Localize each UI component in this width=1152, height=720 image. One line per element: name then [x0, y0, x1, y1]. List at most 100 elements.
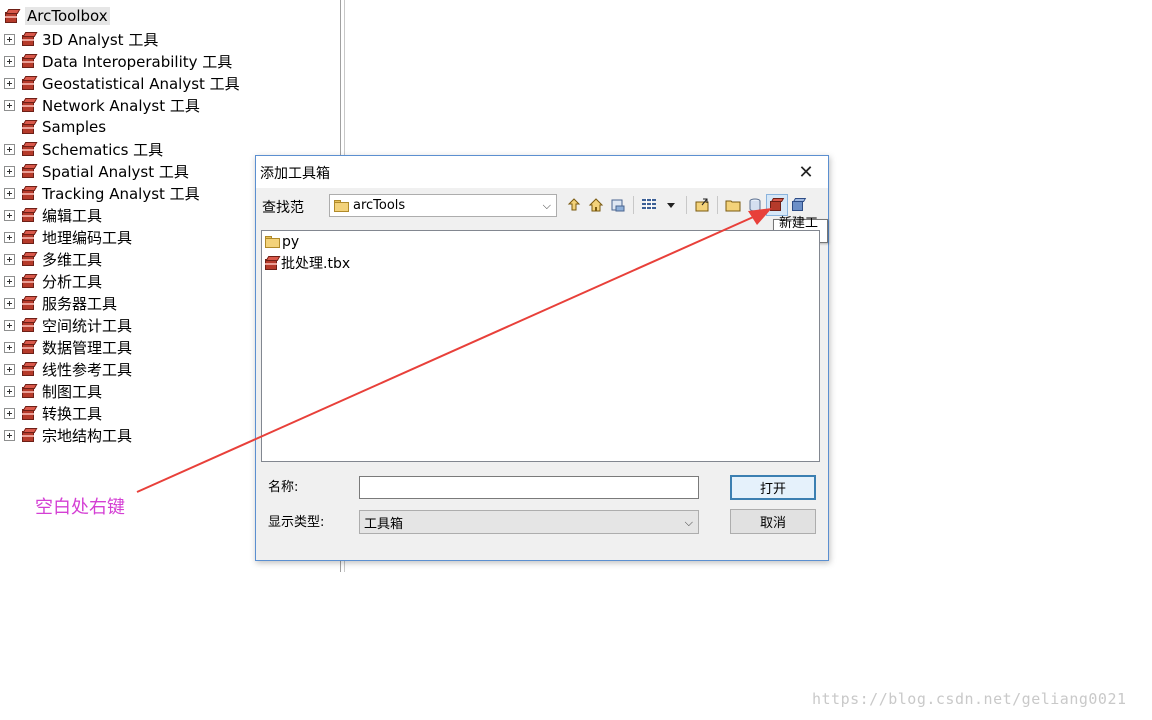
dialog-titlebar[interactable]: 添加工具箱 ✕: [256, 156, 828, 188]
tree-item-label: 分析工具: [42, 272, 103, 291]
toolbox-icon: [21, 339, 38, 355]
tree-item[interactable]: Geostatistical Analyst 工具: [4, 72, 240, 94]
close-button[interactable]: ✕: [784, 156, 828, 188]
tree-item-label: Geostatistical Analyst 工具: [42, 74, 240, 93]
tree-item[interactable]: Schematics 工具: [4, 138, 240, 160]
show-type-dropdown[interactable]: 工具箱 ⌵: [359, 510, 699, 534]
tree-item[interactable]: 线性参考工具: [4, 358, 240, 380]
view-list-icon[interactable]: [638, 194, 660, 216]
toolbox-icon: [21, 251, 38, 267]
show-type-label: 显示类型:: [268, 515, 325, 530]
expand-icon[interactable]: [4, 385, 15, 397]
tree-item[interactable]: Network Analyst 工具: [4, 94, 240, 116]
tree-item-label: 转换工具: [42, 404, 103, 423]
tree-root[interactable]: ArcToolbox: [4, 6, 110, 26]
home-icon[interactable]: [585, 194, 607, 216]
toolbox-icon: [21, 31, 38, 47]
tree-item-label: 宗地结构工具: [42, 426, 133, 445]
tree-item-label: Data Interoperability 工具: [42, 52, 233, 71]
tree-item[interactable]: 制图工具: [4, 380, 240, 402]
cancel-button[interactable]: 取消: [730, 509, 816, 534]
expand-icon[interactable]: [4, 77, 15, 89]
expand-icon[interactable]: [4, 143, 15, 155]
file-list[interactable]: py 批处理.tbx: [261, 230, 820, 462]
tree-item[interactable]: 多维工具: [4, 248, 240, 270]
list-item[interactable]: py: [264, 232, 299, 252]
name-field[interactable]: [359, 476, 699, 499]
toolbox-icon: [21, 361, 38, 377]
expand-icon[interactable]: [4, 275, 15, 287]
toolbar-separator: [633, 196, 634, 214]
toolbox-icon: [21, 163, 38, 179]
tree-item[interactable]: 分析工具: [4, 270, 240, 292]
toolbox-icon: [21, 185, 38, 201]
toolbox-icon: [21, 383, 38, 399]
tree-item-label: 空间统计工具: [42, 316, 133, 335]
expand-icon[interactable]: [4, 55, 15, 67]
toolbox-icon: [21, 97, 38, 113]
annotation-label: 空白处右键: [35, 497, 125, 518]
tree-item[interactable]: Samples: [4, 116, 240, 138]
expand-icon[interactable]: [4, 187, 15, 199]
toolbox-icon: [264, 255, 281, 271]
tree-item[interactable]: 服务器工具: [4, 292, 240, 314]
expand-icon[interactable]: [4, 341, 15, 353]
expand-icon[interactable]: [4, 33, 15, 45]
toolbox-icon: [21, 75, 38, 91]
expand-icon[interactable]: [4, 165, 15, 177]
connect-folder-icon[interactable]: [607, 194, 629, 216]
tree-item-label: Spatial Analyst 工具: [42, 162, 189, 181]
toolbox-icon: [21, 427, 38, 443]
new-database-icon[interactable]: [744, 194, 766, 216]
tree-item[interactable]: 数据管理工具: [4, 336, 240, 358]
tree-item[interactable]: 转换工具: [4, 402, 240, 424]
expand-icon[interactable]: [4, 99, 15, 111]
toolbox-icon: [21, 317, 38, 333]
toolbox-icon: [4, 8, 21, 24]
expand-icon[interactable]: [4, 407, 15, 419]
connect-icon[interactable]: [691, 194, 713, 216]
file-name: 批处理.tbx: [281, 256, 351, 272]
expand-icon[interactable]: [4, 231, 15, 243]
open-button[interactable]: 打开: [730, 475, 816, 500]
new-folder-icon[interactable]: [722, 194, 744, 216]
toolbox-icon: [21, 53, 38, 69]
toolbox-icon: [21, 273, 38, 289]
tree-item-label: 服务器工具: [42, 294, 118, 313]
tree-item[interactable]: 3D Analyst 工具: [4, 28, 240, 50]
folder-icon: [334, 199, 349, 212]
expand-icon[interactable]: [4, 319, 15, 331]
dialog-title: 添加工具箱: [260, 166, 330, 182]
tree-item[interactable]: 宗地结构工具: [4, 424, 240, 446]
tree-item[interactable]: 编辑工具: [4, 204, 240, 226]
show-type-value: 工具箱: [364, 516, 404, 532]
tree-item[interactable]: 地理编码工具: [4, 226, 240, 248]
list-item[interactable]: 批处理.tbx: [264, 253, 350, 273]
tree-item-label: Network Analyst 工具: [42, 96, 200, 115]
chevron-down-icon: ⌵: [684, 516, 693, 529]
add-toolbox-dialog: 添加工具箱 ✕ 查找范 arcTools ⌵ 新建工 py 批处理.tbx 名称…: [255, 155, 829, 561]
toolbox-icon: [21, 141, 38, 157]
tree-item[interactable]: 空间统计工具: [4, 314, 240, 336]
tree-item[interactable]: Data Interoperability 工具: [4, 50, 240, 72]
toolbar-separator: [686, 196, 687, 214]
tree-item[interactable]: Spatial Analyst 工具: [4, 160, 240, 182]
expand-icon[interactable]: [4, 297, 15, 309]
folder-icon: [265, 236, 280, 248]
tree-item-label: Schematics 工具: [42, 140, 164, 159]
expand-icon[interactable]: [4, 363, 15, 375]
expand-icon[interactable]: [4, 253, 15, 265]
tree-item-label: 制图工具: [42, 382, 103, 401]
toolbox-icon: [21, 229, 38, 245]
tree-item-label: 线性参考工具: [42, 360, 133, 379]
view-dropdown-icon[interactable]: [660, 194, 682, 216]
tree-item-label: 数据管理工具: [42, 338, 133, 357]
expand-icon[interactable]: [4, 209, 15, 221]
tree-item-label: Tracking Analyst 工具: [42, 184, 200, 203]
expand-icon[interactable]: [4, 429, 15, 441]
look-in-dropdown[interactable]: arcTools ⌵: [329, 194, 557, 217]
look-in-label: 查找范: [262, 200, 304, 216]
up-folder-icon[interactable]: [563, 194, 585, 216]
tree-item[interactable]: Tracking Analyst 工具: [4, 182, 240, 204]
